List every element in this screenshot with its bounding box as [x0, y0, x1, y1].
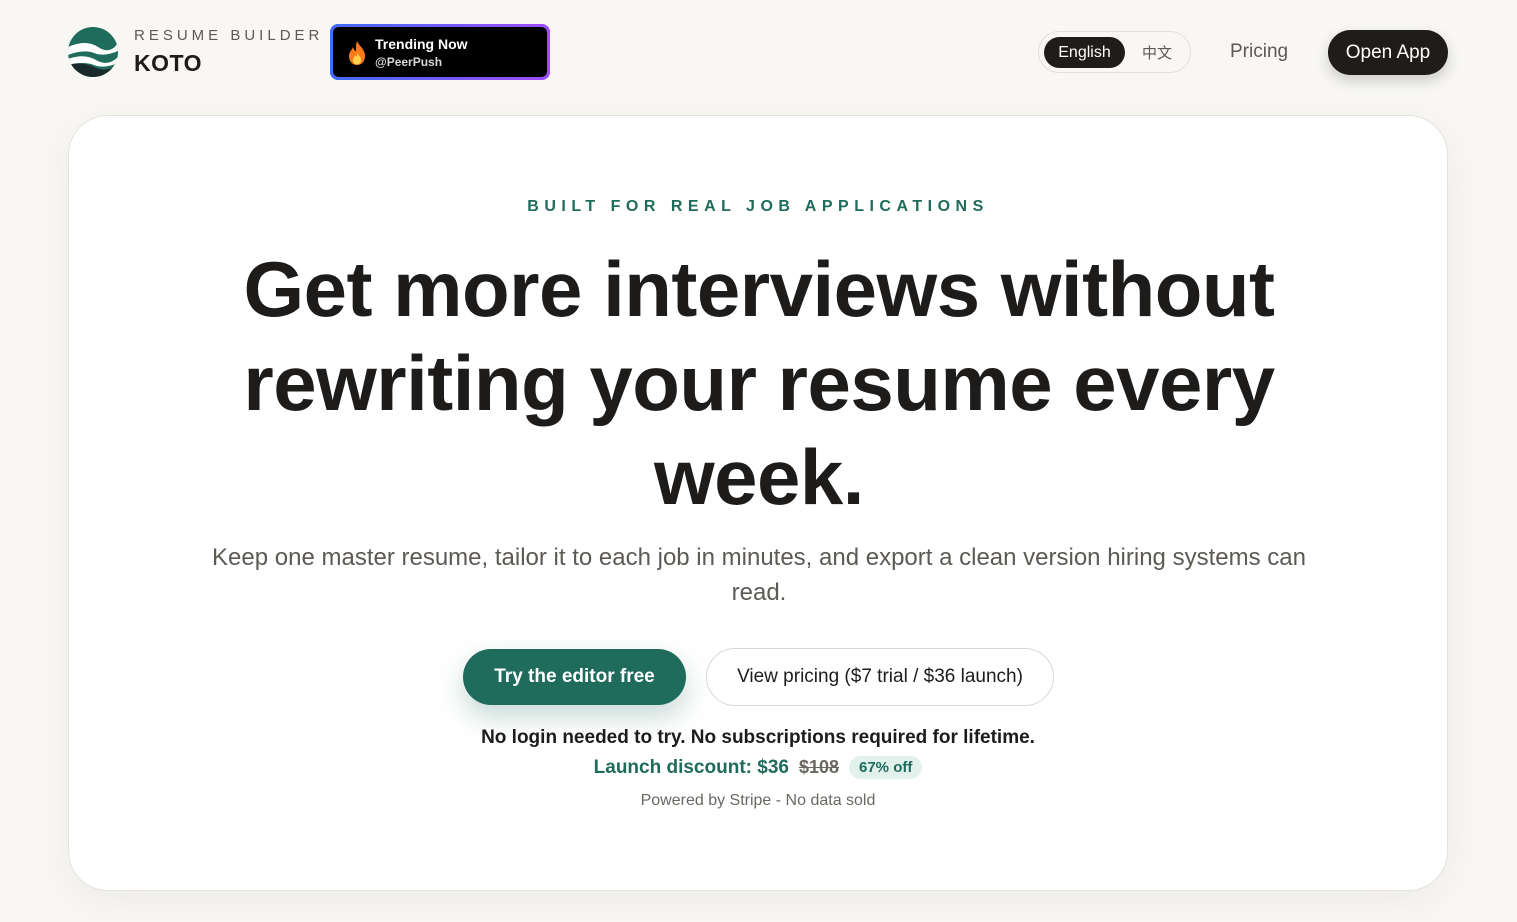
view-pricing-button[interactable]: View pricing ($7 trial / $36 launch) — [706, 648, 1054, 706]
trending-handle: @PeerPush — [375, 55, 443, 69]
site-header: RESUME BUILDER KOTO Trending Now @PeerPu… — [0, 0, 1517, 108]
language-switcher: English 中文 — [1038, 31, 1191, 73]
original-price: $108 — [798, 757, 839, 777]
nav-pricing-link[interactable]: Pricing — [1230, 41, 1288, 63]
brand-name[interactable]: KOTO — [134, 50, 202, 77]
open-app-button[interactable]: Open App — [1328, 30, 1448, 75]
hero-headline: Get more interviews without rewriting yo… — [243, 245, 1275, 521]
language-option-english[interactable]: English — [1044, 37, 1125, 68]
discount-badge: 67% off — [849, 756, 923, 779]
try-editor-button[interactable]: Try the editor free — [463, 649, 686, 705]
hero-card: BUILT FOR REAL JOB APPLICATIONS Get more… — [68, 115, 1448, 891]
hero-subhead: Keep one master resume, tailor it to eac… — [212, 544, 1306, 606]
hero-kicker: BUILT FOR REAL JOB APPLICATIONS — [527, 198, 989, 215]
koto-logo-icon[interactable] — [68, 27, 118, 77]
language-option-chinese[interactable]: 中文 — [1132, 37, 1182, 68]
brand-kicker: RESUME BUILDER — [134, 27, 324, 44]
launch-discount-label: Launch discount: $36 — [593, 756, 789, 778]
no-login-note: No login needed to try. No subscriptions… — [481, 727, 1035, 748]
trending-badge[interactable]: Trending Now @PeerPush — [330, 24, 550, 80]
powered-by-note: Powered by Stripe - No data sold — [640, 792, 876, 809]
trending-title: Trending Now — [375, 36, 468, 52]
discount-row: Launch discount: $36 $108 67% off — [69, 756, 1447, 779]
fire-icon — [349, 41, 365, 65]
